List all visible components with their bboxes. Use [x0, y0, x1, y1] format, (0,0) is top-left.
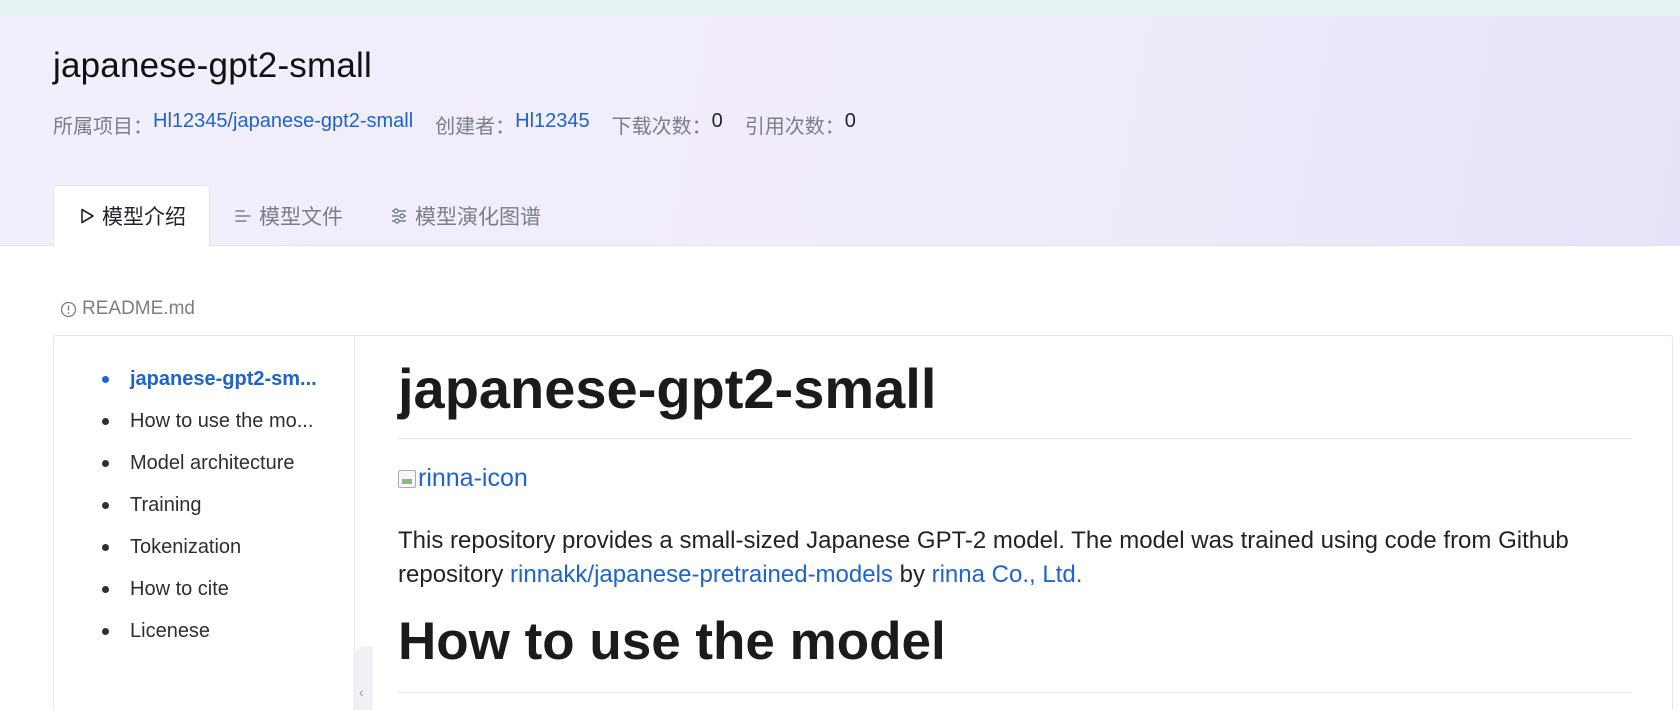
tab-model-evolution[interactable]: 模型演化图谱 — [389, 185, 541, 246]
play-outline-icon — [78, 206, 96, 226]
readme-filename: README.md — [82, 298, 195, 319]
sliders-icon — [389, 206, 409, 226]
downloads-label: 下载次数： — [611, 116, 712, 138]
readme-panel: japanese-gpt2-sm... How to use the mo...… — [53, 335, 1673, 710]
toc-item-model-architecture[interactable]: Model architecture — [102, 453, 332, 495]
tab-model-intro[interactable]: 模型介绍 — [53, 185, 210, 246]
image-alt-text: rinna-icon — [418, 464, 528, 492]
toc-collapse-handle[interactable]: ‹ — [355, 646, 373, 710]
tab-label: 模型文件 — [259, 205, 343, 229]
model-meta: 所属项目：Hl12345/japanese-gpt2-small 创建者：Hl12… — [53, 110, 856, 139]
para-text-2: by — [892, 561, 932, 588]
intro-paragraph: This repository provides a small-sized J… — [398, 524, 1632, 592]
citations-count: 0 — [844, 110, 856, 132]
citations-label: 引用次数： — [744, 116, 845, 138]
readme-file-label: README.md — [60, 298, 195, 320]
downloads-count: 0 — [711, 110, 723, 132]
readme-heading-2: How to use the model — [398, 612, 946, 671]
broken-image-icon — [398, 469, 416, 488]
toc-item-license[interactable]: Licenese — [102, 621, 332, 663]
rinna-icon-image[interactable]: rinna-icon — [398, 464, 528, 493]
table-of-contents: japanese-gpt2-sm... How to use the mo...… — [54, 336, 355, 710]
heading-divider — [398, 438, 1632, 439]
list-lines-icon — [233, 206, 253, 226]
project-link[interactable]: Hl12345/japanese-gpt2-small — [153, 110, 413, 133]
toc-item-how-to-use[interactable]: How to use the mo... — [102, 411, 332, 453]
toc-item-tokenization[interactable]: Tokenization — [102, 537, 332, 579]
creator-label: 创建者： — [435, 116, 516, 138]
repo-link[interactable]: rinnakk/japanese-pretrained-models — [510, 561, 893, 588]
info-circle-icon — [60, 301, 77, 318]
chevron-left-icon: ‹ — [359, 684, 364, 700]
tab-model-files[interactable]: 模型文件 — [233, 185, 343, 246]
heading-divider — [398, 692, 1632, 693]
tab-label: 模型介绍 — [102, 206, 186, 229]
project-label: 所属项目： — [53, 116, 153, 138]
model-title: japanese-gpt2-small — [53, 46, 372, 85]
top-strip — [0, 0, 1680, 16]
rinna-link[interactable]: rinna Co., Ltd. — [932, 561, 1083, 588]
readme-heading-1: japanese-gpt2-small — [398, 357, 937, 420]
toc-item-how-to-cite[interactable]: How to cite — [102, 579, 332, 621]
tab-label: 模型演化图谱 — [415, 205, 541, 229]
model-header: japanese-gpt2-small 所属项目：Hl12345/japanes… — [0, 16, 1680, 246]
toc-item-training[interactable]: Training — [102, 495, 332, 537]
creator-link[interactable]: Hl12345 — [515, 110, 590, 133]
toc-item-japanese-gpt2-small[interactable]: japanese-gpt2-sm... — [102, 369, 332, 411]
